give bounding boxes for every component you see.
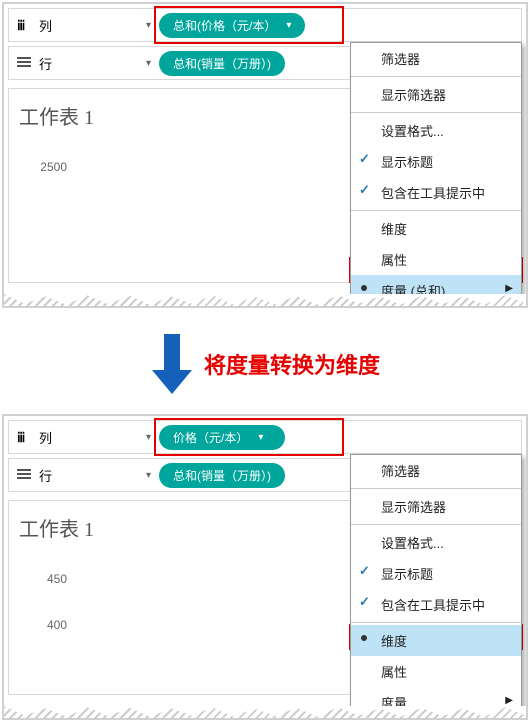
columns-shelf[interactable]: 列 ▾ 价格（元/本）▾ [8,420,522,454]
chevron-down-icon[interactable]: ▾ [146,20,151,31]
menu-include-tooltip[interactable]: ✓包含在工具提示中 [351,177,521,208]
chevron-down-icon[interactable]: ▾ [146,432,151,443]
chevron-down-icon[interactable]: ▾ [146,470,151,481]
context-menu: 筛选器 显示筛选器 设置格式... ✓显示标题 ✓包含在工具提示中 维度 属性 … [350,42,522,294]
panel-before: 列 ▾ 总和(价格（元/本）▾ 行 ▾ 总和(销量（万册）) 工作表 1 250… [4,4,526,294]
rows-pill[interactable]: 总和(销量（万册）) [159,51,285,76]
menu-filter[interactable]: 筛选器 [351,455,521,486]
menu-show-title[interactable]: ✓显示标题 [351,146,521,177]
divider: 将度量转换为维度 [0,310,532,412]
menu-attribute[interactable]: 属性 [351,656,521,687]
menu-dimension[interactable]: 维度 [351,625,521,656]
axis-tick: 2500 [19,160,67,174]
columns-label: 列 [39,428,52,447]
columns-icon [17,18,31,32]
chevron-down-icon[interactable]: ▾ [286,20,291,31]
chevron-down-icon[interactable]: ▾ [146,58,151,69]
arrow-down-icon [152,334,192,394]
menu-measure[interactable]: 度量▶ [351,687,521,706]
axis-tick: 450 [19,572,67,586]
bullet-icon [361,635,367,641]
columns-label: 列 [39,16,52,35]
bullet-icon [361,285,367,291]
menu-show-filter[interactable]: 显示筛选器 [351,491,521,522]
columns-pill[interactable]: 价格（元/本）▾ [159,425,285,450]
menu-show-filter[interactable]: 显示筛选器 [351,79,521,110]
columns-pill[interactable]: 总和(价格（元/本）▾ [159,13,305,38]
menu-format[interactable]: 设置格式... [351,115,521,146]
menu-show-title[interactable]: ✓显示标题 [351,558,521,589]
chevron-right-icon: ▶ [505,695,513,706]
rows-pill[interactable]: 总和(销量（万册）) [159,463,285,488]
check-icon: ✓ [359,182,370,198]
check-icon: ✓ [359,563,370,579]
menu-attribute[interactable]: 属性 [351,244,521,275]
torn-edge [4,294,526,306]
annotation-text: 将度量转换为维度 [204,348,380,380]
menu-include-tooltip[interactable]: ✓包含在工具提示中 [351,589,521,620]
menu-dimension[interactable]: 维度 [351,213,521,244]
menu-filter[interactable]: 筛选器 [351,43,521,74]
context-menu: 筛选器 显示筛选器 设置格式... ✓显示标题 ✓包含在工具提示中 维度 属性 … [350,454,522,706]
panel-after: 列 ▾ 价格（元/本）▾ 行 ▾ 总和(销量（万册）) 工作表 1 450 40… [4,416,526,706]
chevron-right-icon: ▶ [505,283,513,294]
rows-icon [17,57,31,69]
rows-label: 行 [39,466,52,485]
check-icon: ✓ [359,594,370,610]
check-icon: ✓ [359,151,370,167]
rows-label: 行 [39,54,52,73]
menu-format[interactable]: 设置格式... [351,527,521,558]
axis-tick: 400 [19,618,67,632]
menu-measure[interactable]: 度量 (总和)▶ [351,275,521,294]
rows-icon [17,469,31,481]
chevron-down-icon[interactable]: ▾ [258,432,263,443]
torn-edge [4,706,526,718]
columns-icon [17,430,31,444]
columns-shelf[interactable]: 列 ▾ 总和(价格（元/本）▾ [8,8,522,42]
